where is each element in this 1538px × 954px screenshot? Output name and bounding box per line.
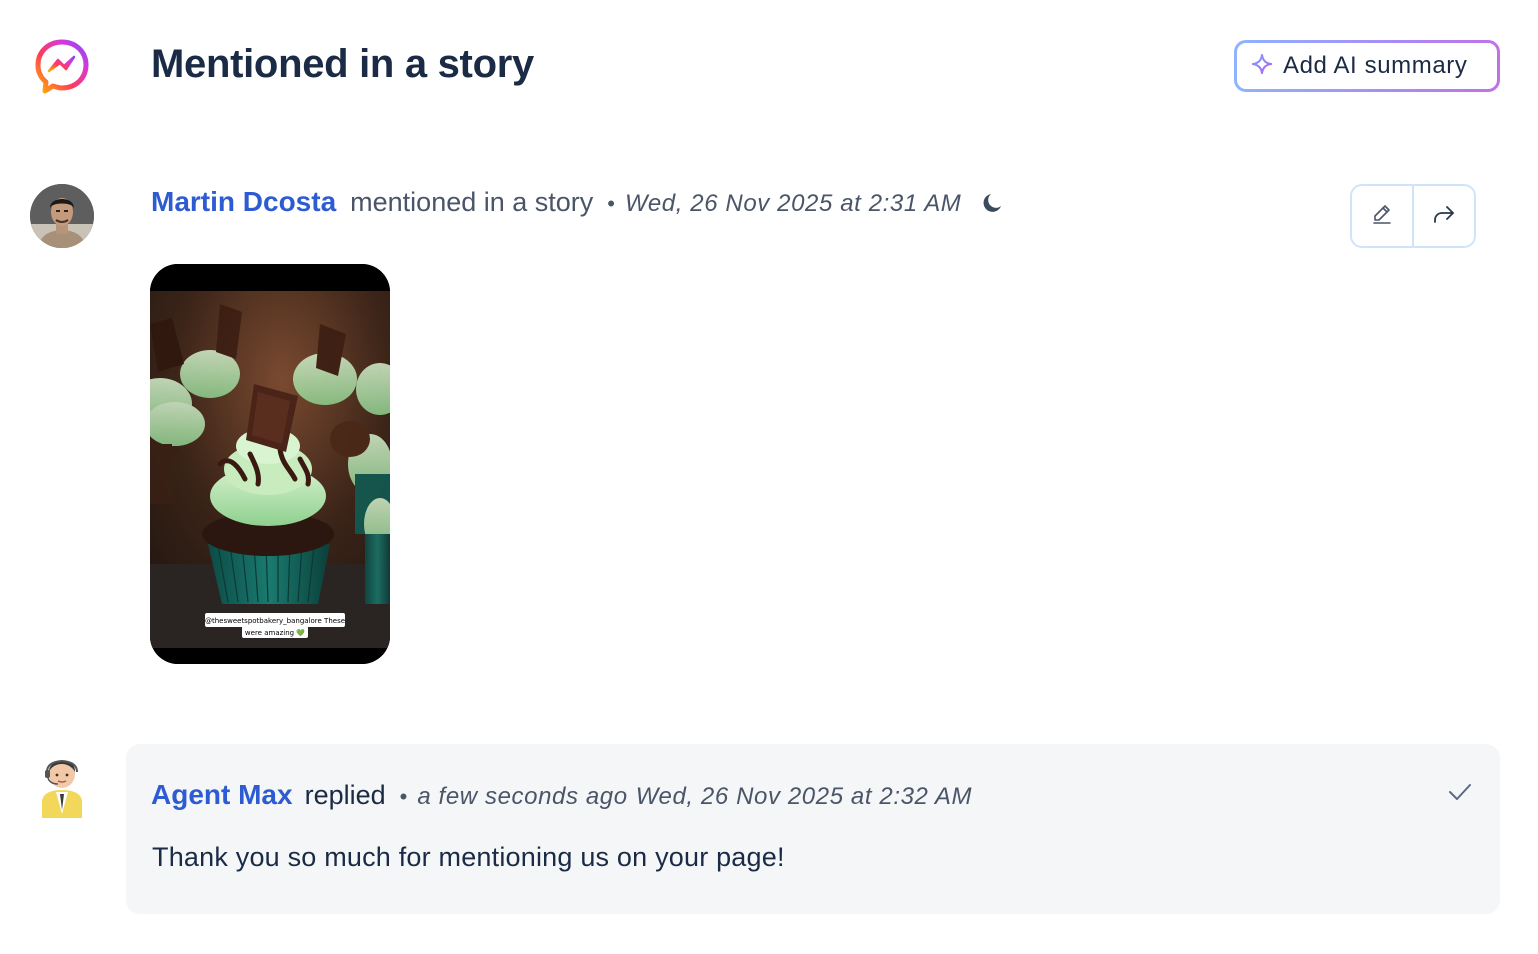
relative-time: a few seconds ago [417, 783, 628, 810]
messenger-logo-icon [34, 38, 90, 94]
author-link[interactable]: Martin Dcosta [151, 186, 336, 218]
avatar[interactable] [30, 184, 94, 248]
agent-author-link[interactable]: Agent Max [151, 779, 293, 811]
ai-summary-label: Add AI summary [1283, 52, 1468, 79]
reply-action-text: replied [304, 780, 386, 810]
reply-text: Thank you so much for mentioning us on y… [152, 842, 785, 872]
message-actions [1350, 184, 1476, 248]
separator-dot: • [399, 784, 408, 809]
share-forward-icon [1431, 202, 1457, 231]
sparkle-icon [1251, 53, 1273, 80]
story-image[interactable]: @thesweetspotbakery_bangalore These were… [150, 264, 390, 664]
add-ai-summary-button[interactable]: Add AI summary [1234, 40, 1500, 92]
forward-button[interactable] [1412, 186, 1474, 246]
story-message-header: Martin Dcosta mentioned in a story • Wed… [151, 186, 1005, 218]
story-caption-line1: @thesweetspotbakery_bangalore These [205, 617, 345, 625]
timestamp: Wed, 26 Nov 2025 at 2:31 AM [625, 190, 962, 217]
edit-button[interactable] [1352, 186, 1412, 246]
story-caption-line2: were amazing 💚 [245, 628, 305, 637]
agent-reply-card: Agent Max replied • a few seconds ago We… [126, 744, 1500, 914]
reply-timestamp: Wed, 26 Nov 2025 at 2:32 AM [635, 783, 973, 810]
check-icon [1446, 780, 1474, 804]
reply-header: Agent Max replied • a few seconds ago We… [151, 779, 972, 811]
agent-avatar[interactable] [36, 750, 88, 820]
moon-icon [981, 191, 1005, 215]
action-text: mentioned in a story [350, 187, 594, 217]
separator-dot: • [607, 191, 615, 216]
page-title: Mentioned in a story [151, 42, 534, 86]
edit-icon [1370, 202, 1394, 231]
